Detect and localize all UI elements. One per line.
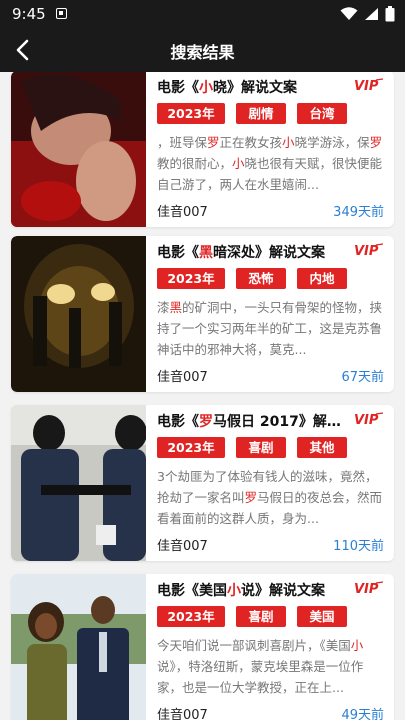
system-icons [340,6,395,22]
tag-year: 2023年 [157,268,225,289]
tag-region: 其他 [297,437,347,458]
vip-badge-icon: VIP [354,78,384,93]
post-time: 49天前 [341,708,384,720]
tag-row: 2023年 剧情 台湾 [157,103,347,124]
status-bar: 9:45 [0,0,405,28]
poster-thumbnail [11,72,146,227]
result-description: 今天咱们说一部讽刺喜剧片，《美国小说》，特洛纽斯，蒙克埃里森是一位作家，也是一位… [157,638,364,695]
result-description: 3个劫匪为了体验有钱人的滋味，竟然，抢劫了一家名叫罗马假日的夜总会，然而看着面前… [157,469,383,526]
author-name: 佳音007 [157,539,208,554]
tag-genre: 喜剧 [236,437,286,458]
author-name: 佳音007 [157,205,208,220]
page-title: 搜索结果 [170,43,235,62]
tag-row: 2023年 喜剧 美国 [157,606,347,627]
result-title[interactable]: 电影《黑暗深处》解说文案 [157,242,345,262]
post-time: 67天前 [341,370,384,385]
tag-row: 2023年 喜剧 其他 [157,437,347,458]
tag-genre: 剧情 [236,103,286,124]
battery-icon [385,6,395,22]
signal-icon [365,8,378,20]
tag-region: 台湾 [297,103,347,124]
result-info: 电影《小晓》解说文案 VIP 2023年 剧情 台湾 ，班导保罗正在教女孩小晓学… [157,72,384,227]
result-description: 漆黑的矿洞中，一头只有骨架的怪物，挟持了一个实习两年半的矿工，这是克苏鲁神话中的… [157,300,383,357]
results-list[interactable]: 电影《小晓》解说文案 VIP 2023年 剧情 台湾 ，班导保罗正在教女孩小晓学… [0,72,405,720]
poster-image [11,72,146,227]
svg-text:VIP: VIP [354,582,379,596]
result-card[interactable]: 电影《罗马假日 2017》解说文案 VIP 2023年 喜剧 其他 3个劫匪为了… [11,405,394,561]
result-info: 电影《美国小说》解说文案 VIP 2023年 喜剧 美国 今天咱们说一部讽刺喜剧… [157,574,384,720]
tag-year: 2023年 [157,103,225,124]
poster-thumbnail [11,574,146,720]
poster-thumbnail [11,405,146,561]
tag-region: 内地 [297,268,347,289]
tag-genre: 恐怖 [236,268,286,289]
vip-badge-icon: VIP [354,412,384,427]
app-bar: 搜索结果 [0,28,405,72]
tag-region: 美国 [297,606,347,627]
vip-badge-icon: VIP [354,243,384,258]
result-card[interactable]: 电影《小晓》解说文案 VIP 2023年 剧情 台湾 ，班导保罗正在教女孩小晓学… [11,72,394,227]
result-title[interactable]: 电影《小晓》解说文案 [157,77,345,97]
author-name: 佳音007 [157,370,208,385]
result-title[interactable]: 电影《美国小说》解说文案 [157,580,345,600]
result-description: ，班导保罗正在教女孩小晓学游泳，保罗教的很耐心，小晓也很有天赋，很快便能自己游了… [157,135,383,192]
svg-text:VIP: VIP [354,244,379,258]
poster-image [11,574,146,720]
tag-year: 2023年 [157,437,225,458]
result-card[interactable]: 电影《黑暗深处》解说文案 VIP 2023年 恐怖 内地 漆黑的矿洞中，一头只有… [11,236,394,392]
tag-year: 2023年 [157,606,225,627]
wifi-icon [340,7,358,20]
result-title[interactable]: 电影《罗马假日 2017》解说文案 [157,411,345,431]
poster-image [11,236,146,392]
poster-image [11,405,146,561]
author-name: 佳音007 [157,708,208,720]
poster-thumbnail [11,236,146,392]
post-time: 110天前 [333,539,384,554]
post-time: 349天前 [333,205,384,220]
tag-genre: 喜剧 [236,606,286,627]
svg-text:VIP: VIP [354,79,379,93]
result-card[interactable]: 电影《美国小说》解说文案 VIP 2023年 喜剧 美国 今天咱们说一部讽刺喜剧… [11,574,394,720]
notification-icon [56,8,67,19]
status-time: 9:45 [12,5,46,23]
svg-text:VIP: VIP [354,413,379,427]
vip-badge-icon: VIP [354,581,384,596]
result-info: 电影《黑暗深处》解说文案 VIP 2023年 恐怖 内地 漆黑的矿洞中，一头只有… [157,236,384,392]
tag-row: 2023年 恐怖 内地 [157,268,347,289]
result-info: 电影《罗马假日 2017》解说文案 VIP 2023年 喜剧 其他 3个劫匪为了… [157,405,384,561]
